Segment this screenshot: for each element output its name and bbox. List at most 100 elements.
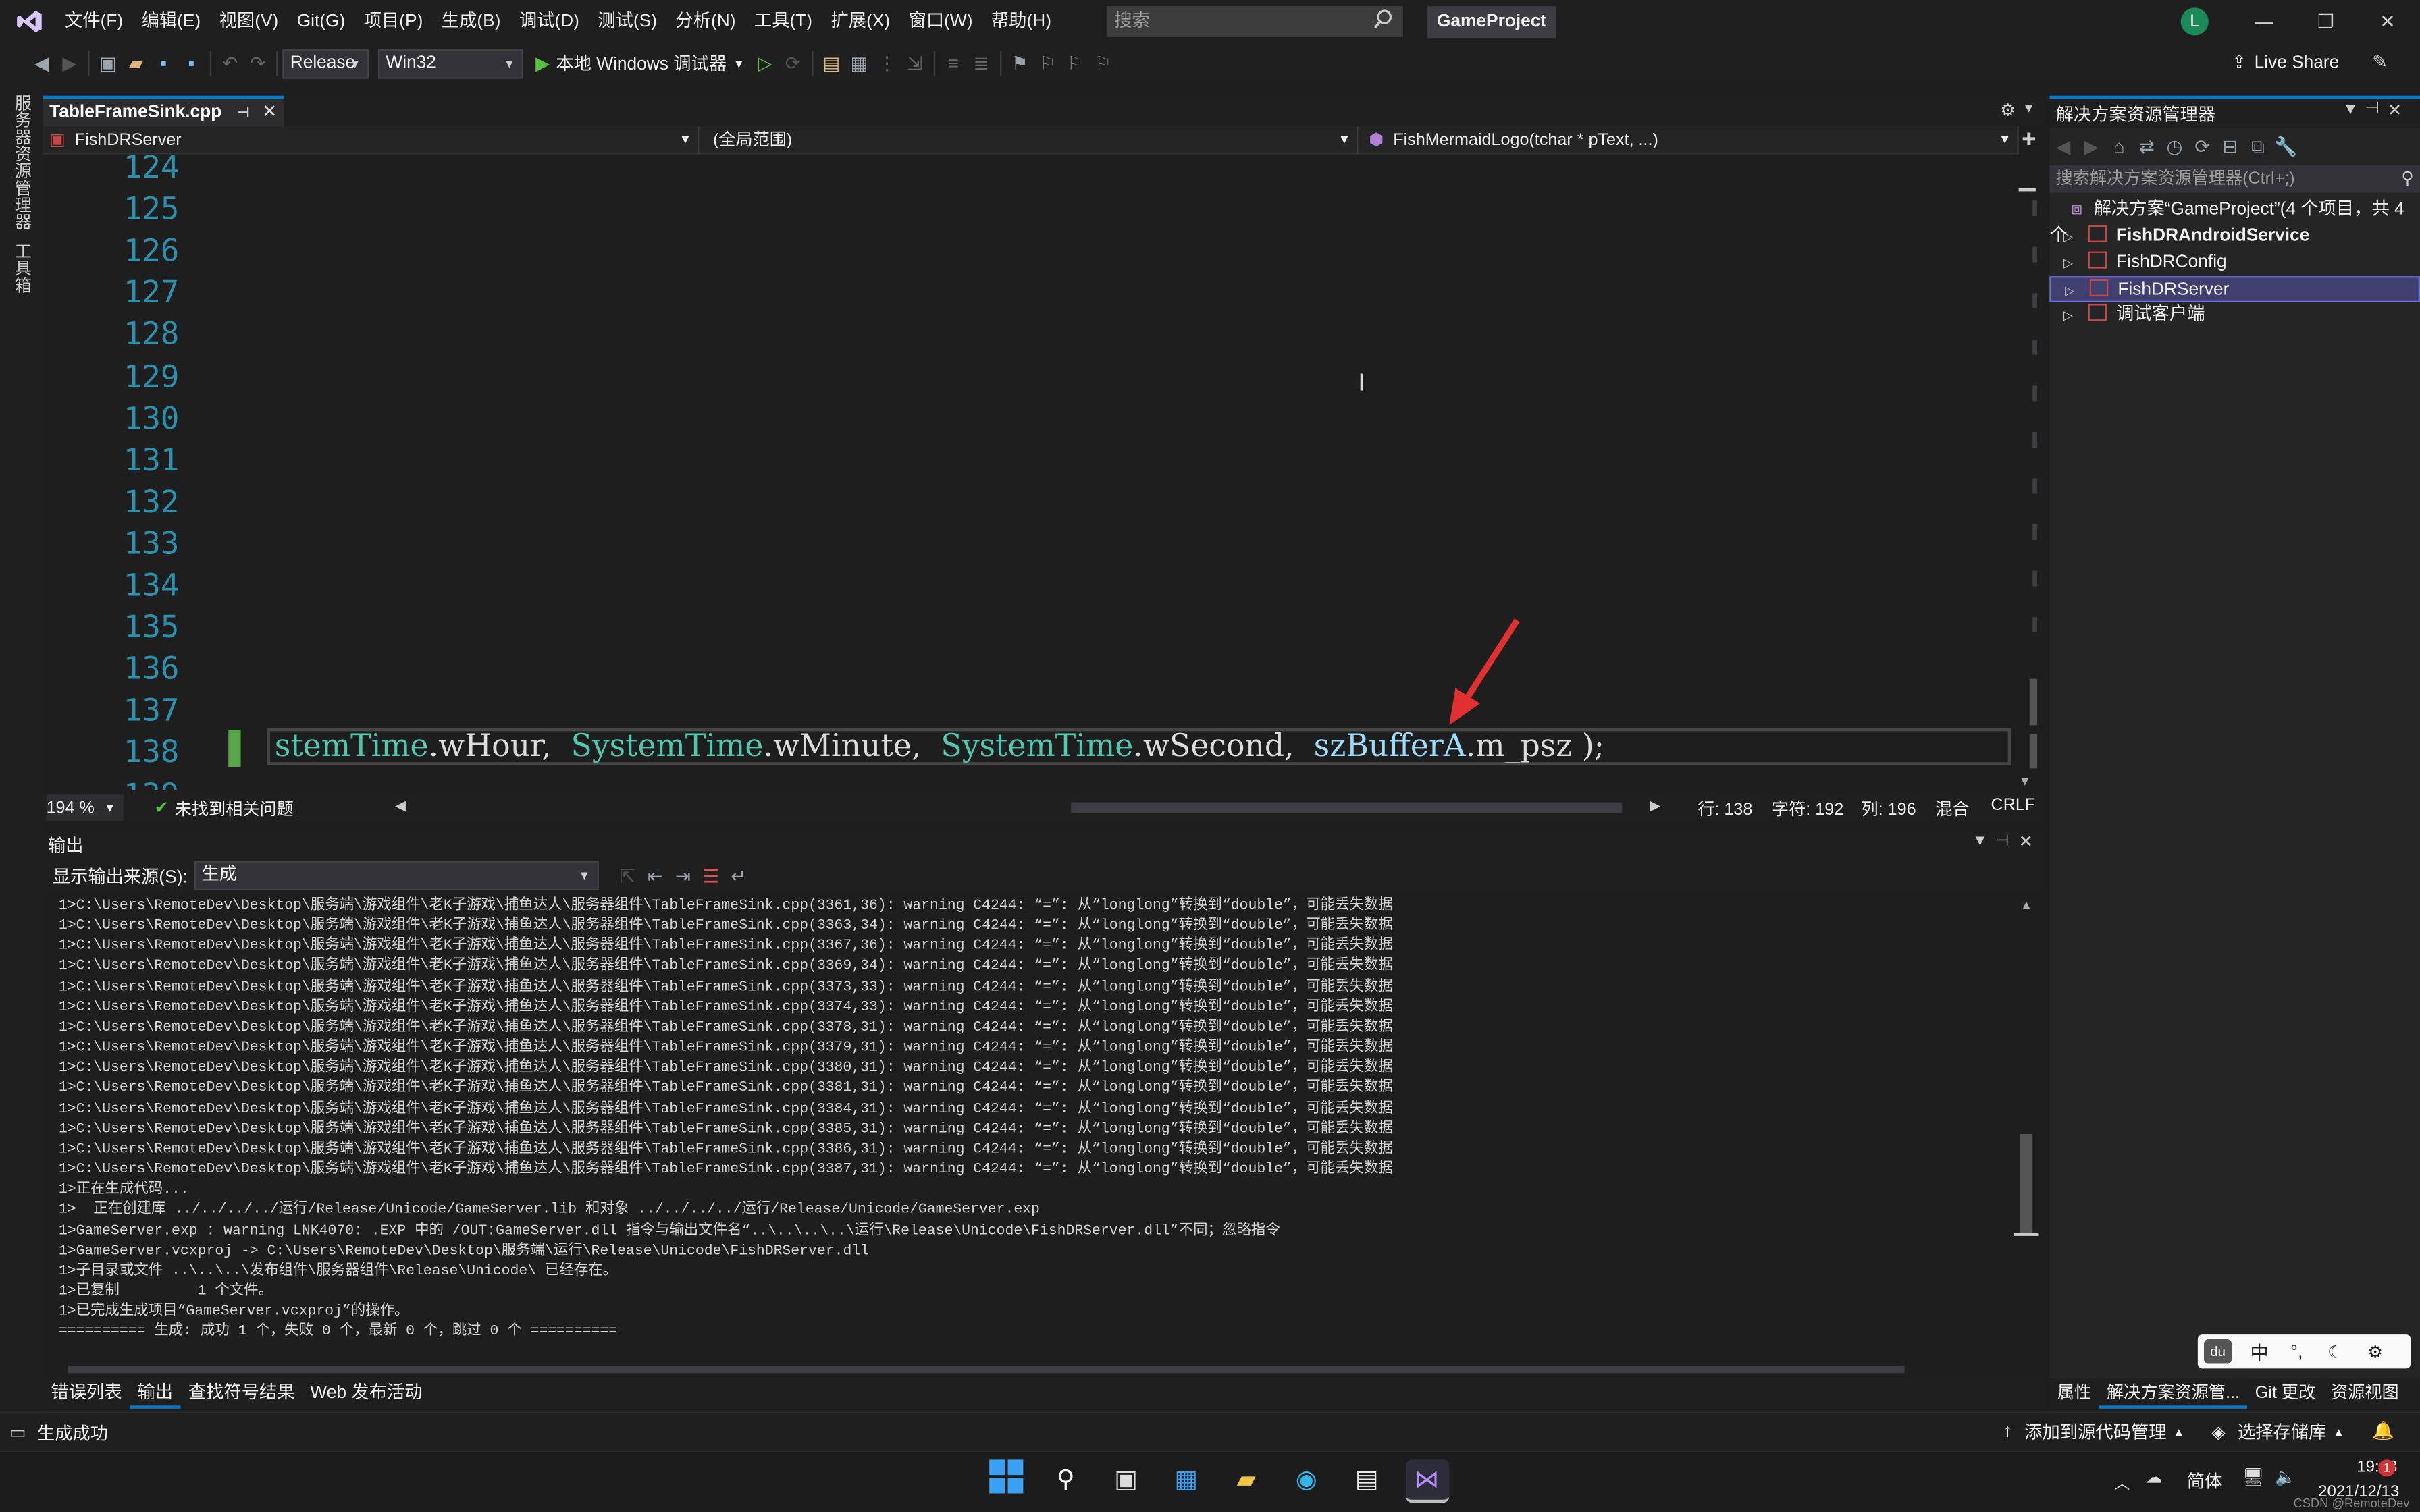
split-editor-icon[interactable]: ✚ [2022, 130, 2036, 149]
configuration-dropdown[interactable]: Release ▼ [282, 48, 369, 78]
save-icon[interactable]: ▪ [150, 53, 178, 74]
ime-mode[interactable]: 中 [2251, 1339, 2269, 1365]
solution-search-input[interactable]: 搜索解决方案资源管理器(Ctrl+;) ⚲ [2049, 165, 2420, 193]
notification-badge[interactable]: 1 [2378, 1459, 2396, 1477]
scroll-left-icon[interactable]: ◀ [395, 798, 406, 815]
settings-gear-icon[interactable]: ⚙ [2000, 101, 2016, 120]
solution-bottom-tab[interactable]: 属性 [2049, 1378, 2099, 1409]
properties-wrench-icon[interactable]: 🔧 [2272, 136, 2300, 157]
minimize-icon[interactable]: — [2232, 0, 2296, 45]
editor-vertical-scrollbar[interactable]: ▼ [2014, 154, 2039, 790]
pin-icon[interactable]: ⊣ [1995, 833, 2009, 850]
step-icon[interactable]: ⇲ [901, 53, 928, 74]
line-indicator[interactable]: 行: 138 [1698, 796, 1752, 821]
bottom-tab[interactable]: Web 发布活动 [302, 1378, 430, 1409]
feedback-icon[interactable]: ✎ [2372, 51, 2388, 72]
solution-bottom-tab[interactable]: 资源视图 [2323, 1378, 2406, 1409]
close-panel-icon[interactable]: ✕ [2019, 832, 2033, 851]
edge-browser-icon[interactable]: ◉ [1285, 1459, 1328, 1503]
show-all-files-icon[interactable]: ⧉ [2244, 135, 2271, 158]
indent-icon[interactable]: ≡ [939, 53, 967, 74]
solution-bottom-tab[interactable]: 解决方案资源管... [2099, 1378, 2248, 1409]
word-wrap-icon[interactable]: ↵ [725, 865, 752, 886]
widgets-icon[interactable]: ▦ [1165, 1459, 1208, 1503]
account-avatar[interactable]: L [2180, 7, 2209, 36]
search-icon[interactable]: ⚲ [1044, 1459, 1087, 1503]
menu-item[interactable]: 帮助(H) [982, 0, 1060, 45]
sync-icon[interactable]: ⟳ [2188, 136, 2216, 157]
layout-icon[interactable]: ▦ [845, 53, 873, 74]
menu-item[interactable]: Git(G) [288, 0, 354, 45]
expand-arrow-icon[interactable]: ▷ [2063, 230, 2073, 244]
bookmark-icon[interactable]: ⚑ [1006, 53, 1034, 74]
clear-all-icon[interactable]: ☰ [697, 865, 725, 886]
clear-bookmarks-icon[interactable]: ⚐ [1089, 53, 1117, 74]
scrollbar-thumb[interactable] [2020, 1133, 2033, 1233]
forward-icon[interactable]: ▶ [55, 53, 83, 74]
expand-arrow-icon[interactable]: ▷ [2063, 256, 2073, 270]
pin-icon[interactable]: ⊣ [2366, 101, 2379, 117]
project-node[interactable]: ▷ 调试客户端 [2049, 302, 2420, 329]
restore-icon[interactable]: ❐ [2294, 0, 2359, 45]
bottom-tab[interactable]: 查找符号结果 [180, 1378, 302, 1409]
volume-icon[interactable]: 🔈 [2275, 1467, 2296, 1487]
start-without-debugging-icon[interactable]: ▷ [751, 53, 779, 74]
solution-explorer-icon[interactable]: ▤ [818, 53, 845, 74]
solution-root[interactable]: ⧈ 解决方案“GameProject”(4 个项目，共 4 个 [2049, 198, 2420, 245]
scrollbar-thumb[interactable] [2029, 678, 2038, 726]
whitespace-mode[interactable]: 混合 [1935, 796, 1969, 821]
menu-item[interactable]: 扩展(X) [822, 0, 899, 45]
function-dropdown[interactable]: ⬢ FishMermaidLogo(tchar * pText, ...) ▼ [1363, 126, 2019, 155]
redo-icon[interactable]: ↷ [244, 53, 271, 74]
windows-start-icon[interactable] [984, 1459, 1027, 1503]
bottom-tab[interactable]: 错误列表 [43, 1378, 130, 1409]
collapse-all-icon[interactable]: ⊟ [2216, 136, 2244, 157]
pending-changes-icon[interactable]: ◷ [2161, 136, 2188, 157]
forward-icon[interactable]: ▶ [2078, 136, 2105, 157]
start-debugging-button[interactable]: ▶ 本地 Windows 调试器 ▼ [535, 51, 745, 76]
save-all-icon[interactable]: ▪ [178, 53, 205, 74]
ime-toolbar[interactable]: du 中 °, ☾ ⚙ [2197, 1334, 2411, 1369]
store-icon[interactable]: ▤ [1345, 1459, 1388, 1503]
tab-tableframesink[interactable]: TableFrameSink.cpp ⊣ ✕ [43, 95, 284, 128]
settings-gear-icon[interactable]: ⚙ [2367, 1341, 2383, 1361]
prev-bookmark-icon[interactable]: ⚐ [1034, 53, 1061, 74]
output-log[interactable]: 1>C:\Users\RemoteDev\Desktop\服务端\游戏组件\老K… [59, 895, 2011, 1358]
platform-dropdown[interactable]: Win32 ▼ [377, 48, 523, 78]
moon-icon[interactable]: ☾ [2327, 1341, 2343, 1361]
expand-arrow-icon[interactable]: ▷ [2063, 308, 2073, 323]
chevron-down-icon[interactable]: ▼ [1972, 833, 1988, 850]
undo-icon[interactable]: ↶ [216, 53, 244, 74]
zoom-dropdown[interactable]: 194 % ▼ [46, 794, 124, 821]
horizontal-scrollbar-thumb[interactable] [1071, 802, 1623, 813]
code-line-138[interactable]: stemTime.wHour, SystemTime.wMinute, Syst… [275, 727, 1604, 764]
scroll-up-icon[interactable]: ▲ [2020, 898, 2032, 912]
project-node[interactable]: ▷ FishDRConfig [2049, 250, 2420, 276]
output-h-scrollbar[interactable] [58, 1364, 2003, 1374]
chevron-down-icon[interactable]: ▾ [2025, 101, 2032, 117]
project-node[interactable]: ▷ FishDRServer [2049, 276, 2420, 302]
visual-studio-taskbar-icon[interactable]: ⋈ [1405, 1459, 1449, 1503]
ime-punctuation[interactable]: °, [2290, 1341, 2303, 1362]
open-folder-icon[interactable]: ▰ [122, 53, 150, 74]
line-ending-indicator[interactable]: CRLF [1991, 796, 2036, 814]
menu-item[interactable]: 项目(P) [354, 0, 432, 45]
chevron-down-icon[interactable]: ▼ [2343, 102, 2359, 119]
chevron-up-icon[interactable]: ︿ [2114, 1470, 2130, 1493]
scrollbar-thumb[interactable] [2029, 734, 2038, 769]
output-scrollbar[interactable]: ▲ [2014, 895, 2039, 1350]
new-project-icon[interactable]: ▣ [94, 53, 122, 74]
add-to-source-control-button[interactable]: ↑ 添加到源代码管理 ▲ [2003, 1420, 2185, 1444]
scroll-right-icon[interactable]: ▶ [1650, 798, 1660, 815]
visual-studio-logo-icon[interactable] [16, 9, 43, 34]
menu-item[interactable]: 视图(V) [210, 0, 288, 45]
menu-item[interactable]: 测试(S) [589, 0, 666, 45]
close-tab-icon[interactable]: ✕ [262, 97, 277, 128]
menu-item[interactable]: 编辑(E) [132, 0, 210, 45]
solution-bottom-tab[interactable]: Git 更改 [2247, 1378, 2323, 1409]
switch-views-icon[interactable]: ⇄ [2133, 136, 2161, 157]
expand-arrow-icon[interactable]: ▷ [2065, 284, 2074, 298]
close-window-icon[interactable]: ✕ [2355, 0, 2420, 45]
prev-message-icon[interactable]: ⇤ [641, 865, 669, 886]
menu-item[interactable]: 窗口(W) [899, 0, 982, 45]
